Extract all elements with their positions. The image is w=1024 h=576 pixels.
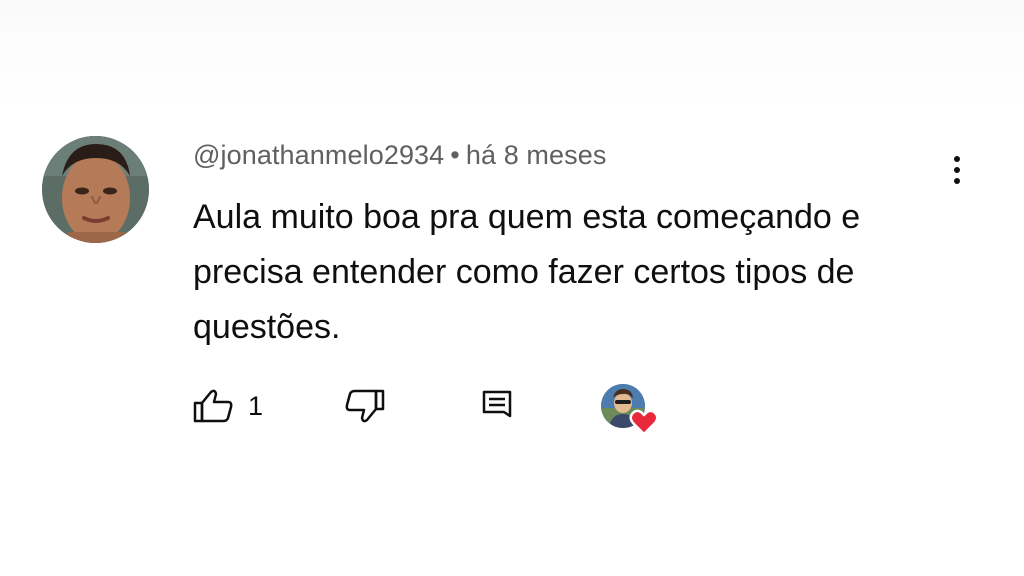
author-avatar[interactable] — [42, 136, 149, 243]
heart-icon — [629, 409, 659, 436]
reply-button[interactable] — [480, 388, 514, 424]
meta-separator: • — [450, 140, 460, 170]
thumb-down-icon — [345, 389, 385, 423]
thumb-up-icon — [193, 389, 233, 423]
like-count: 1 — [248, 390, 264, 421]
author-avatar-image — [42, 136, 149, 243]
more-dot — [954, 167, 960, 173]
comment-text: Aula muito boa pra quem esta começando e… — [193, 198, 861, 346]
more-vert-icon[interactable] — [940, 150, 974, 190]
comment-meta: @jonathanmelo2934 • há 8 meses — [193, 140, 606, 171]
author-handle[interactable]: @jonathanmelo2934 — [193, 140, 444, 170]
comment-actions: 1 — [0, 380, 1024, 440]
like-button[interactable]: 1 — [192, 388, 263, 424]
more-dot — [954, 178, 960, 184]
comment-timestamp[interactable]: há 8 meses — [466, 140, 607, 170]
reply-comment-icon — [482, 390, 512, 418]
comment-thread: @jonathanmelo2934 • há 8 meses Aula muito … — [0, 0, 1024, 576]
creator-heart-badge — [601, 384, 661, 436]
more-dot — [954, 156, 960, 162]
dislike-button[interactable] — [342, 388, 386, 424]
